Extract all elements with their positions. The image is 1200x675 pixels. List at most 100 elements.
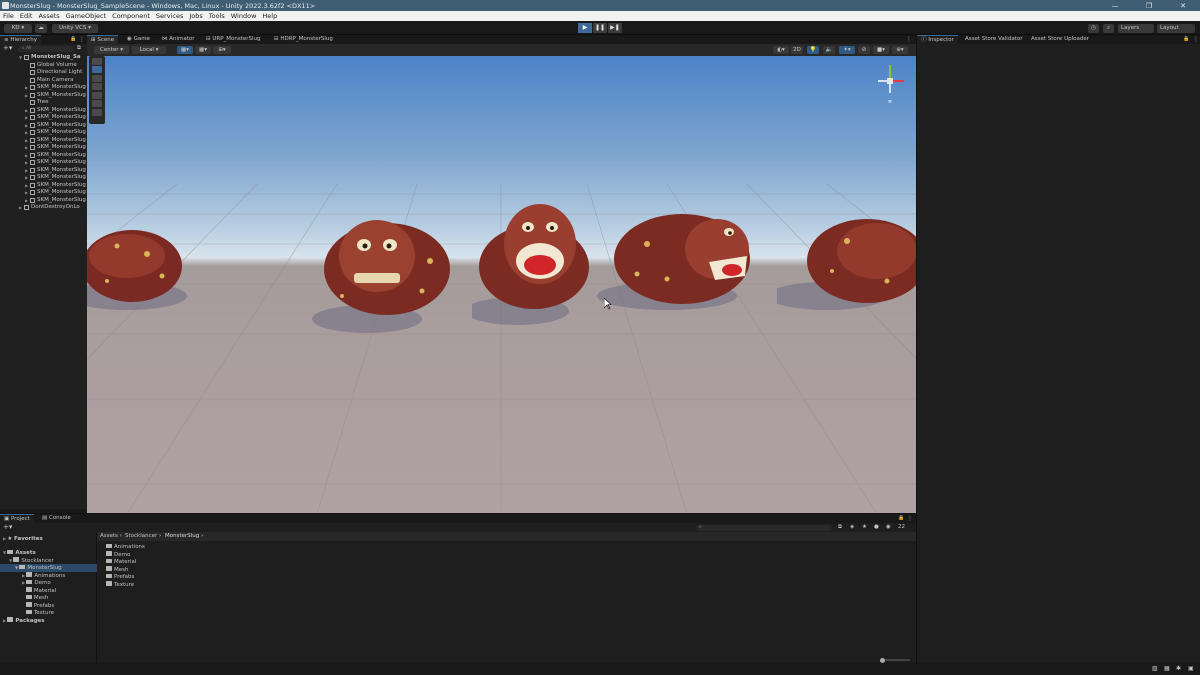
hierarchy-item[interactable]: ▶ SKM_MonsterSlug bbox=[0, 174, 87, 182]
collapse-icon[interactable]: ▶ bbox=[25, 152, 28, 160]
rotate-tool-icon[interactable] bbox=[92, 74, 102, 82]
collapse-icon[interactable]: ▶ bbox=[25, 92, 28, 100]
tab-console[interactable]: ▤ Console bbox=[38, 514, 75, 523]
monster-slug-4[interactable] bbox=[597, 204, 757, 319]
search-filter-icon[interactable]: ⧉ bbox=[77, 44, 81, 53]
hierarchy-item[interactable]: ▶ SKM_MonsterSlug bbox=[0, 182, 87, 190]
tree-favorites[interactable]: ▶ ★ Favorites bbox=[3, 535, 43, 543]
version-control-dropdown[interactable]: Unity VCS ▾ bbox=[52, 24, 98, 33]
more-icon[interactable]: ⋮ bbox=[79, 35, 85, 44]
tab-scene[interactable]: ⊞ Scene bbox=[87, 35, 119, 44]
monster-slug-1[interactable] bbox=[87, 196, 187, 316]
content-folder[interactable]: Texture bbox=[106, 581, 134, 589]
hierarchy-item[interactable]: Directional Light bbox=[0, 69, 87, 77]
collapse-icon[interactable]: ▶ bbox=[25, 189, 28, 197]
hierarchy-item[interactable]: ▶ SKM_MonsterSlug bbox=[0, 144, 87, 152]
hierarchy-item[interactable]: Tree bbox=[0, 99, 87, 107]
move-tool-icon[interactable] bbox=[92, 66, 102, 73]
expand-icon[interactable]: ▼ bbox=[19, 54, 22, 62]
breadcrumb-monsterslug[interactable]: MonsterSlug › bbox=[165, 533, 203, 540]
hierarchy-item[interactable]: Global Volume bbox=[0, 62, 87, 70]
menu-jobs[interactable]: Jobs bbox=[186, 12, 205, 20]
collapse-icon[interactable]: ▶ bbox=[25, 84, 28, 92]
toggle-2d-button[interactable]: 2D bbox=[791, 46, 803, 54]
hierarchy-item[interactable]: ▶ SKM_MonsterSlug bbox=[0, 159, 87, 167]
menu-component[interactable]: Component bbox=[109, 12, 153, 20]
menu-tools[interactable]: Tools bbox=[206, 12, 228, 20]
gizmos-icon[interactable]: ⊕▾ bbox=[892, 46, 908, 54]
hierarchy-item[interactable]: ▶ SKM_MonsterSlug bbox=[0, 167, 87, 175]
minimize-button[interactable]: — bbox=[1098, 2, 1132, 10]
layers-dropdown[interactable]: Layers bbox=[1118, 24, 1154, 33]
project-search-input[interactable]: ⌕ bbox=[696, 524, 832, 531]
collapse-icon[interactable]: ▶ bbox=[25, 159, 28, 167]
hierarchy-item[interactable]: ▶ SKM_MonsterSlug bbox=[0, 122, 87, 130]
cloud-icon[interactable]: ☁ bbox=[35, 24, 47, 33]
collapse-icon[interactable]: ▶ bbox=[25, 167, 28, 175]
grid-icon[interactable]: ▦▾ bbox=[195, 46, 211, 54]
menu-assets[interactable]: Assets bbox=[35, 12, 62, 20]
hierarchy-item[interactable]: ▶ SKM_MonsterSlug bbox=[0, 129, 87, 137]
grid-snap-icon[interactable]: ▦▾ bbox=[177, 46, 193, 54]
collapse-icon[interactable]: ▶ bbox=[25, 122, 28, 130]
hierarchy-dontdestroyonload[interactable]: ▶ DontDestroyOnLo bbox=[0, 204, 87, 212]
hierarchy-item[interactable]: ▶ SKM_MonsterSlug bbox=[0, 107, 87, 115]
audio-icon[interactable]: 🔈 bbox=[823, 46, 835, 54]
effects-icon[interactable]: ✦▾ bbox=[839, 46, 855, 54]
tab-asset-store-validator[interactable]: Asset Store Validator bbox=[961, 35, 1026, 44]
hidden-objects-icon[interactable]: ⊘ bbox=[858, 46, 870, 54]
more-icon[interactable]: ⋮ bbox=[1193, 35, 1199, 44]
more-icon[interactable]: ⋮ bbox=[907, 514, 913, 523]
scale-tool-icon[interactable] bbox=[92, 83, 102, 90]
lock-icon[interactable]: 🔒 bbox=[70, 35, 76, 44]
menu-window[interactable]: Window bbox=[228, 12, 260, 20]
add-icon[interactable]: +▾ bbox=[3, 44, 12, 53]
breadcrumb-stocklancer[interactable]: Stocklancer › bbox=[125, 533, 161, 540]
tab-project[interactable]: ▣ Project bbox=[0, 514, 34, 523]
content-folder[interactable]: Demo bbox=[106, 551, 130, 559]
info-icon[interactable]: ● bbox=[874, 523, 879, 532]
more-icon[interactable]: ⋮ bbox=[906, 35, 912, 44]
content-folder[interactable]: Material bbox=[106, 558, 136, 566]
scene-viewport[interactable]: ≡ bbox=[87, 56, 916, 513]
hand-tool-icon[interactable] bbox=[92, 57, 102, 65]
tab-animator[interactable]: ⋈ Animator bbox=[158, 35, 199, 44]
close-button[interactable]: ✕ bbox=[1166, 2, 1200, 10]
collapse-icon[interactable]: ▶ bbox=[25, 107, 28, 115]
menu-services[interactable]: Services bbox=[153, 12, 186, 20]
cache-icon[interactable]: ▦ bbox=[1164, 665, 1170, 672]
hierarchy-item[interactable]: ▶ SKM_MonsterSlug bbox=[0, 197, 87, 205]
collapse-icon[interactable]: ▶ bbox=[25, 197, 28, 205]
account-dropdown[interactable]: KD ▾ bbox=[4, 24, 32, 33]
zoom-slider-handle[interactable] bbox=[880, 657, 885, 663]
content-folder[interactable]: Prefabs bbox=[106, 573, 134, 581]
search-by-label-icon[interactable]: ◈ bbox=[850, 523, 854, 532]
collapse-icon[interactable]: ▶ bbox=[25, 137, 28, 145]
collapse-icon[interactable]: ▶ bbox=[25, 114, 28, 122]
monster-slug-3[interactable] bbox=[472, 199, 592, 329]
hierarchy-item[interactable]: ▶ SKM_MonsterSlug bbox=[0, 137, 87, 145]
breadcrumb-assets[interactable]: Assets › bbox=[100, 533, 122, 540]
debug-icon[interactable]: ✱ bbox=[1176, 665, 1181, 672]
orientation-gizmo[interactable]: ≡ bbox=[870, 61, 910, 107]
hidden-packages-icon[interactable]: ◉ bbox=[886, 523, 891, 532]
layout-dropdown[interactable]: Layout bbox=[1157, 24, 1195, 33]
monster-slug-5[interactable] bbox=[777, 211, 916, 321]
menu-edit[interactable]: Edit bbox=[17, 12, 36, 20]
search-by-type-icon[interactable]: ⧉ bbox=[838, 523, 842, 532]
menu-gameobject[interactable]: GameObject bbox=[63, 12, 110, 20]
lighting-status-icon[interactable]: ▨ bbox=[1152, 665, 1158, 672]
hierarchy-search-input[interactable]: ⌕ All bbox=[18, 45, 74, 52]
hierarchy-item[interactable]: ▶ SKM_MonsterSlug bbox=[0, 152, 87, 160]
add-icon[interactable]: +▾ bbox=[3, 523, 12, 532]
collapse-icon[interactable]: ▶ bbox=[19, 204, 22, 212]
collapse-icon[interactable]: ▶ bbox=[25, 129, 28, 137]
tab-asset-store-uploader[interactable]: Asset Store Uploader bbox=[1027, 35, 1093, 44]
pivot-dropdown[interactable]: Center ▾ bbox=[94, 46, 129, 54]
notifications-icon[interactable]: ▣ bbox=[1188, 665, 1194, 672]
hierarchy-item[interactable]: ▶ SKM_MonsterSlug bbox=[0, 189, 87, 197]
history-icon[interactable]: ◷ bbox=[1088, 24, 1099, 33]
hierarchy-item[interactable]: ▶ SKM_MonsterSlug bbox=[0, 114, 87, 122]
pause-button[interactable]: ❚❚ bbox=[593, 23, 607, 33]
custom-tool-icon[interactable] bbox=[92, 108, 102, 116]
